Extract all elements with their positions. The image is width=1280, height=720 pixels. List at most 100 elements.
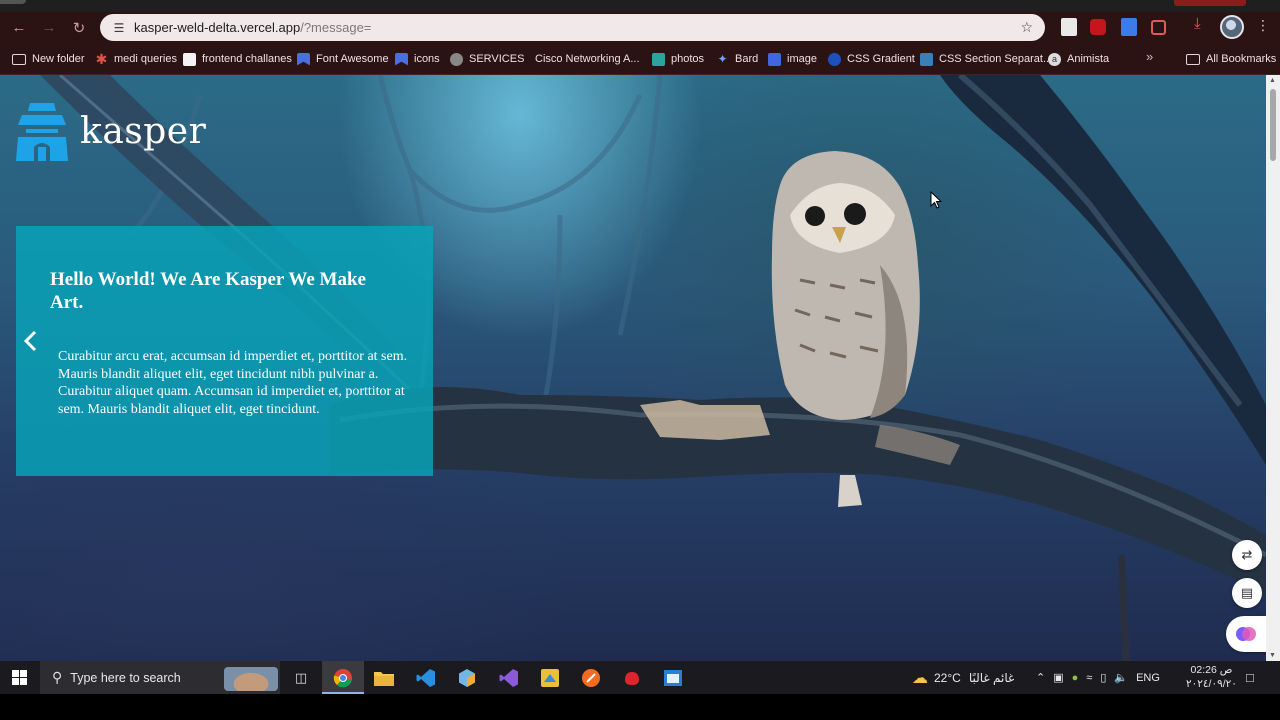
reload-icon[interactable]: ↻ <box>66 15 92 41</box>
volume-icon[interactable]: 🔈 <box>1114 671 1128 684</box>
bookmarks-bar: New folder ✱ medi queries frontend challa… <box>0 43 1280 75</box>
scroll-up-icon[interactable]: ▲ <box>1269 77 1276 84</box>
bookmark-services[interactable]: SERVICES <box>450 51 524 67</box>
cisco-icon <box>523 53 529 66</box>
taskbar-search[interactable]: ⚲ Type here to search <box>40 661 280 694</box>
hero-slide-box: Hello World! We Are Kasper We Make Art. … <box>16 226 433 476</box>
address-bar[interactable]: ☰ kasper-weld-delta.vercel.app/?message=… <box>100 14 1045 41</box>
orange-app-icon[interactable] <box>580 667 602 689</box>
address-bar-url[interactable]: kasper-weld-delta.vercel.app/?message= <box>134 20 371 35</box>
folder-icon <box>12 53 26 65</box>
circle-icon <box>828 52 841 66</box>
notification-icon[interactable]: □ <box>1246 661 1254 694</box>
bookmark-label: icons <box>414 53 440 65</box>
windows-start-icon[interactable] <box>12 670 27 685</box>
extension-blue-doc-icon[interactable] <box>1121 18 1137 36</box>
red-app-icon[interactable] <box>621 667 643 689</box>
site-logo[interactable]: kasper <box>16 103 206 161</box>
weather-widget[interactable]: ☁ 22°C غائم غالبًا <box>912 661 1014 694</box>
bookmark-new-folder[interactable]: New folder <box>12 51 85 67</box>
extension-doc-icon[interactable] <box>1061 18 1077 36</box>
bookmark-label: CSS Section Separat... <box>939 53 1053 65</box>
scroll-down-icon[interactable]: ▼ <box>1269 652 1276 659</box>
code-icon <box>920 52 933 66</box>
bookmark-label: Cisco Networking A... <box>535 53 640 65</box>
tray-green-icon[interactable]: ● <box>1072 672 1079 684</box>
url-path: /?message= <box>300 20 372 35</box>
sticky-app-icon[interactable] <box>539 667 561 689</box>
bookmark-image[interactable]: image <box>768 51 817 67</box>
battery-icon[interactable]: ▯ <box>1100 671 1106 684</box>
bookmark-label: photos <box>671 53 705 65</box>
ai-brain-icon[interactable] <box>1226 616 1266 652</box>
search-highlight-image <box>224 667 278 691</box>
bookmark-bard[interactable]: ✦ Bard <box>716 51 758 67</box>
bookmark-label: CSS Gradient <box>847 53 915 65</box>
site-info-icon[interactable]: ☰ <box>104 21 134 35</box>
bookmark-css-gradient[interactable]: CSS Gradient <box>828 51 915 67</box>
bookmark-frontend-challanes[interactable]: frontend challanes <box>183 51 292 67</box>
window-app-icon[interactable] <box>662 667 684 689</box>
url-host: kasper-weld-delta.vercel.app <box>134 20 301 35</box>
bookmark-label: image <box>787 53 817 65</box>
bookmark-star-icon[interactable]: ☆ <box>1020 19 1033 36</box>
visual-studio-icon[interactable] <box>498 667 520 689</box>
tray-app-icon[interactable]: ▣ <box>1053 671 1063 684</box>
browser-menu-icon[interactable]: ⋮ <box>1256 17 1270 34</box>
bookmark-label: All Bookmarks <box>1206 53 1277 65</box>
bookmark-medi-queries[interactable]: ✱ medi queries <box>95 51 177 67</box>
tab-indicator[interactable] <box>0 0 26 4</box>
bookmark-label: medi queries <box>114 53 177 65</box>
taskbar-search-placeholder: Type here to search <box>70 670 181 685</box>
all-bookmarks[interactable]: All Bookmarks <box>1186 51 1276 67</box>
vscode-icon[interactable] <box>415 667 437 689</box>
reader-mode-icon[interactable]: ▤ <box>1232 578 1262 608</box>
sparkle-icon: ✦ <box>717 52 728 66</box>
scrollbar-thumb[interactable] <box>1270 89 1276 161</box>
task-view-icon[interactable]: ◫ <box>290 667 312 689</box>
search-icon: ⚲ <box>52 669 63 685</box>
extensions-puzzle-icon[interactable] <box>1151 20 1166 35</box>
brain-icon <box>1236 627 1256 641</box>
photos-icon <box>652 52 665 66</box>
download-icon[interactable]: ⤓ <box>1194 15 1201 32</box>
more-bookmarks-icon[interactable]: » <box>1146 49 1153 64</box>
file-explorer-icon[interactable] <box>373 667 395 689</box>
bookmark-animista[interactable]: a Animista <box>1048 51 1109 67</box>
app-cube-icon[interactable] <box>456 667 478 689</box>
profile-avatar[interactable] <box>1220 15 1244 39</box>
bookmark-font-awesome[interactable]: Font Awesome <box>297 51 389 67</box>
chrome-logo <box>333 669 352 688</box>
bookmark-photos[interactable]: photos <box>652 51 704 67</box>
clock-time: 02:26 ص <box>1190 664 1233 676</box>
extension-red-icon[interactable] <box>1090 19 1106 35</box>
taskbar-clock[interactable]: 02:26 ص ٢٠٢٤/٠٩/٢٠ <box>1186 663 1237 691</box>
weather-text: غائم غالبًا <box>968 670 1015 685</box>
hero-description: Curabitur arcu erat, accumsan id imperdi… <box>58 349 408 417</box>
forward-arrow-icon[interactable]: → <box>36 15 62 41</box>
windows-taskbar: ⚲ Type here to search ◫ ☁ 22°C غائم غالب… <box>0 661 1280 694</box>
chrome-icon[interactable] <box>332 667 354 689</box>
bookmark-label: Bard <box>735 53 759 65</box>
flag-icon <box>297 52 310 66</box>
input-language[interactable]: ENG <box>1136 672 1160 684</box>
back-arrow-icon[interactable]: ← <box>6 15 32 41</box>
logo-text: kasper <box>80 111 207 152</box>
page-viewport: kasper Hello World! We Are Kasper We Mak… <box>0 75 1280 661</box>
flag-icon <box>395 52 408 66</box>
tab-strip <box>0 0 1280 12</box>
bookmark-css-section[interactable]: CSS Section Separat... <box>920 51 1052 67</box>
bookmark-label: New folder <box>32 53 85 65</box>
bookmark-label: Animista <box>1067 53 1110 65</box>
active-tab-accent[interactable] <box>1174 0 1246 6</box>
bookmark-icons[interactable]: icons <box>395 51 440 67</box>
page-icon <box>183 52 196 66</box>
a-icon: a <box>1048 52 1061 66</box>
wifi-icon[interactable]: ≈ <box>1086 672 1092 684</box>
slider-prev-arrow-icon[interactable] <box>22 330 40 352</box>
bookmark-label: frontend challanes <box>202 53 292 65</box>
tray-chevron-up-icon[interactable]: ⌃ <box>1036 671 1045 684</box>
translate-icon[interactable]: ⇄ <box>1232 540 1262 570</box>
bookmark-cisco[interactable]: Cisco Networking A... <box>523 51 640 67</box>
page-scrollbar[interactable]: ▲ ▼ <box>1266 75 1280 661</box>
